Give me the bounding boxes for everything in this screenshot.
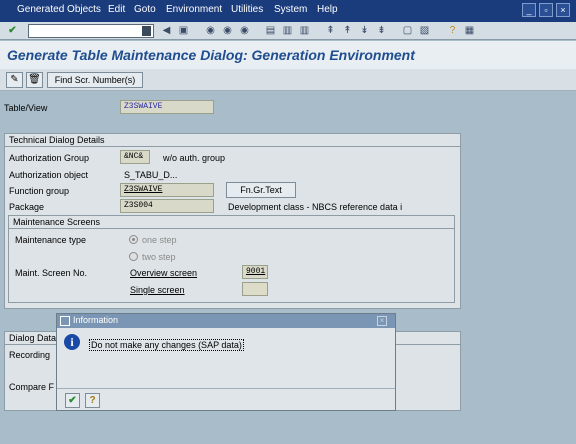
shortcut-icon[interactable]: ▨ xyxy=(418,24,431,37)
page-title: Generate Table Maintenance Dialog: Gener… xyxy=(7,47,415,63)
last-page-icon[interactable]: ⇟ xyxy=(375,24,388,37)
command-dropdown-icon[interactable] xyxy=(142,26,151,36)
find-next-icon[interactable]: ▥ xyxy=(298,24,311,37)
menu-environment[interactable]: Environment xyxy=(166,4,222,15)
package-label: Package xyxy=(9,202,45,212)
title-area: Generate Table Maintenance Dialog: Gener… xyxy=(0,41,576,69)
continue-checkmark-icon[interactable]: ✔ xyxy=(65,393,80,408)
dialog-help-icon[interactable]: ? xyxy=(85,393,100,408)
menu-utilities[interactable]: Utilities xyxy=(231,4,263,15)
compare-flag-label: Compare F xyxy=(9,382,55,392)
menu-edit[interactable]: Edit xyxy=(108,4,125,15)
enter-checkmark-icon[interactable]: ✔ xyxy=(6,24,19,37)
exit-icon[interactable]: ◉ xyxy=(221,24,234,37)
back-icon[interactable]: ◉ xyxy=(204,24,217,37)
new-session-icon[interactable]: ▢ xyxy=(401,24,414,37)
dialog-header: Information × xyxy=(57,314,395,328)
help-icon[interactable]: ? xyxy=(446,24,459,37)
fn-gr-text-button[interactable]: Fn.Gr.Text xyxy=(226,182,296,198)
save-icon[interactable]: ▣ xyxy=(177,24,190,37)
auth-group-label: Authorization Group xyxy=(9,153,90,163)
dialog-message: Do not make any changes (SAP data) xyxy=(89,339,244,351)
menu-generated-objects[interactable]: Generated Objects xyxy=(17,4,101,15)
two-step-radio[interactable] xyxy=(129,252,138,261)
close-icon[interactable]: × xyxy=(556,3,570,17)
auth-object-value: S_TABU_D... xyxy=(124,170,178,180)
auth-object-label: Authorization object xyxy=(9,170,89,180)
find-screen-numbers-button[interactable]: Find Scr. Number(s) xyxy=(47,72,143,88)
delete-trash-icon[interactable]: 🗑 xyxy=(26,72,43,88)
single-screen-label: Single screen xyxy=(130,285,185,295)
table-view-label: Table/View xyxy=(4,103,48,113)
maintenance-screens-group: Maintenance Screens xyxy=(8,215,455,303)
function-group-field[interactable]: Z3SWAIVE xyxy=(120,183,214,197)
print-icon[interactable]: ▤ xyxy=(264,24,277,37)
maintenance-type-label: Maintenance type xyxy=(15,235,87,245)
menu-goto[interactable]: Goto xyxy=(134,4,156,15)
menu-system[interactable]: System xyxy=(274,4,307,15)
maint-screen-no-label: Maint. Screen No. xyxy=(15,268,88,278)
one-step-label: one step xyxy=(142,235,177,245)
single-screen-field[interactable] xyxy=(242,282,268,296)
recording-label: Recording xyxy=(9,350,51,360)
auth-group-field[interactable]: &NC& xyxy=(120,150,150,164)
overview-screen-field[interactable]: 9001 xyxy=(242,265,268,279)
first-page-icon[interactable]: ⇞ xyxy=(324,24,337,37)
overview-screen-label: Overview screen xyxy=(130,268,198,278)
two-step-label: two step xyxy=(142,252,176,262)
system-toolbar: ✔ ◀ ▣ ◉ ◉ ◉ ▤ ▥ ▥ ⇞ ↟ ↡ ⇟ ▢ ▨ ? ▦ xyxy=(0,22,576,40)
maintenance-group-title: Maintenance Screens xyxy=(13,217,101,227)
function-group-label: Function group xyxy=(9,186,70,196)
find-icon[interactable]: ▥ xyxy=(281,24,294,37)
menu-bar: Generated Objects Edit Goto Environment … xyxy=(0,0,576,22)
package-text: Development class - NBCS reference data … xyxy=(228,202,403,212)
restore-icon[interactable]: ▫ xyxy=(539,3,553,17)
dialog-window-icon xyxy=(60,316,70,326)
auth-group-text: w/o auth. group xyxy=(163,153,226,163)
information-dialog: Information × i Do not make any changes … xyxy=(56,313,396,411)
dialog-close-icon[interactable]: × xyxy=(377,316,387,326)
application-toolbar: ✎ 🗑 Find Scr. Number(s) xyxy=(0,69,576,91)
dialog-title: Information xyxy=(73,315,119,325)
edit-pencil-icon[interactable]: ✎ xyxy=(6,72,23,88)
minimize-icon[interactable]: _ xyxy=(522,3,536,17)
menu-help[interactable]: Help xyxy=(317,4,338,15)
dialog-footer-divider xyxy=(57,388,395,389)
next-page-icon[interactable]: ↡ xyxy=(358,24,371,37)
info-icon: i xyxy=(64,334,80,350)
previous-icon[interactable]: ◀ xyxy=(160,24,173,37)
prev-page-icon[interactable]: ↟ xyxy=(341,24,354,37)
cancel-icon[interactable]: ◉ xyxy=(238,24,251,37)
technical-group-title: Technical Dialog Details xyxy=(9,135,105,145)
command-field[interactable] xyxy=(28,24,154,38)
layout-menu-icon[interactable]: ▦ xyxy=(463,24,476,37)
dialog-data-group-title: Dialog Data xyxy=(9,333,57,343)
table-view-field[interactable]: Z3SWAIVE xyxy=(120,100,214,114)
one-step-radio[interactable] xyxy=(129,235,138,244)
package-field[interactable]: Z3S004 xyxy=(120,199,214,213)
